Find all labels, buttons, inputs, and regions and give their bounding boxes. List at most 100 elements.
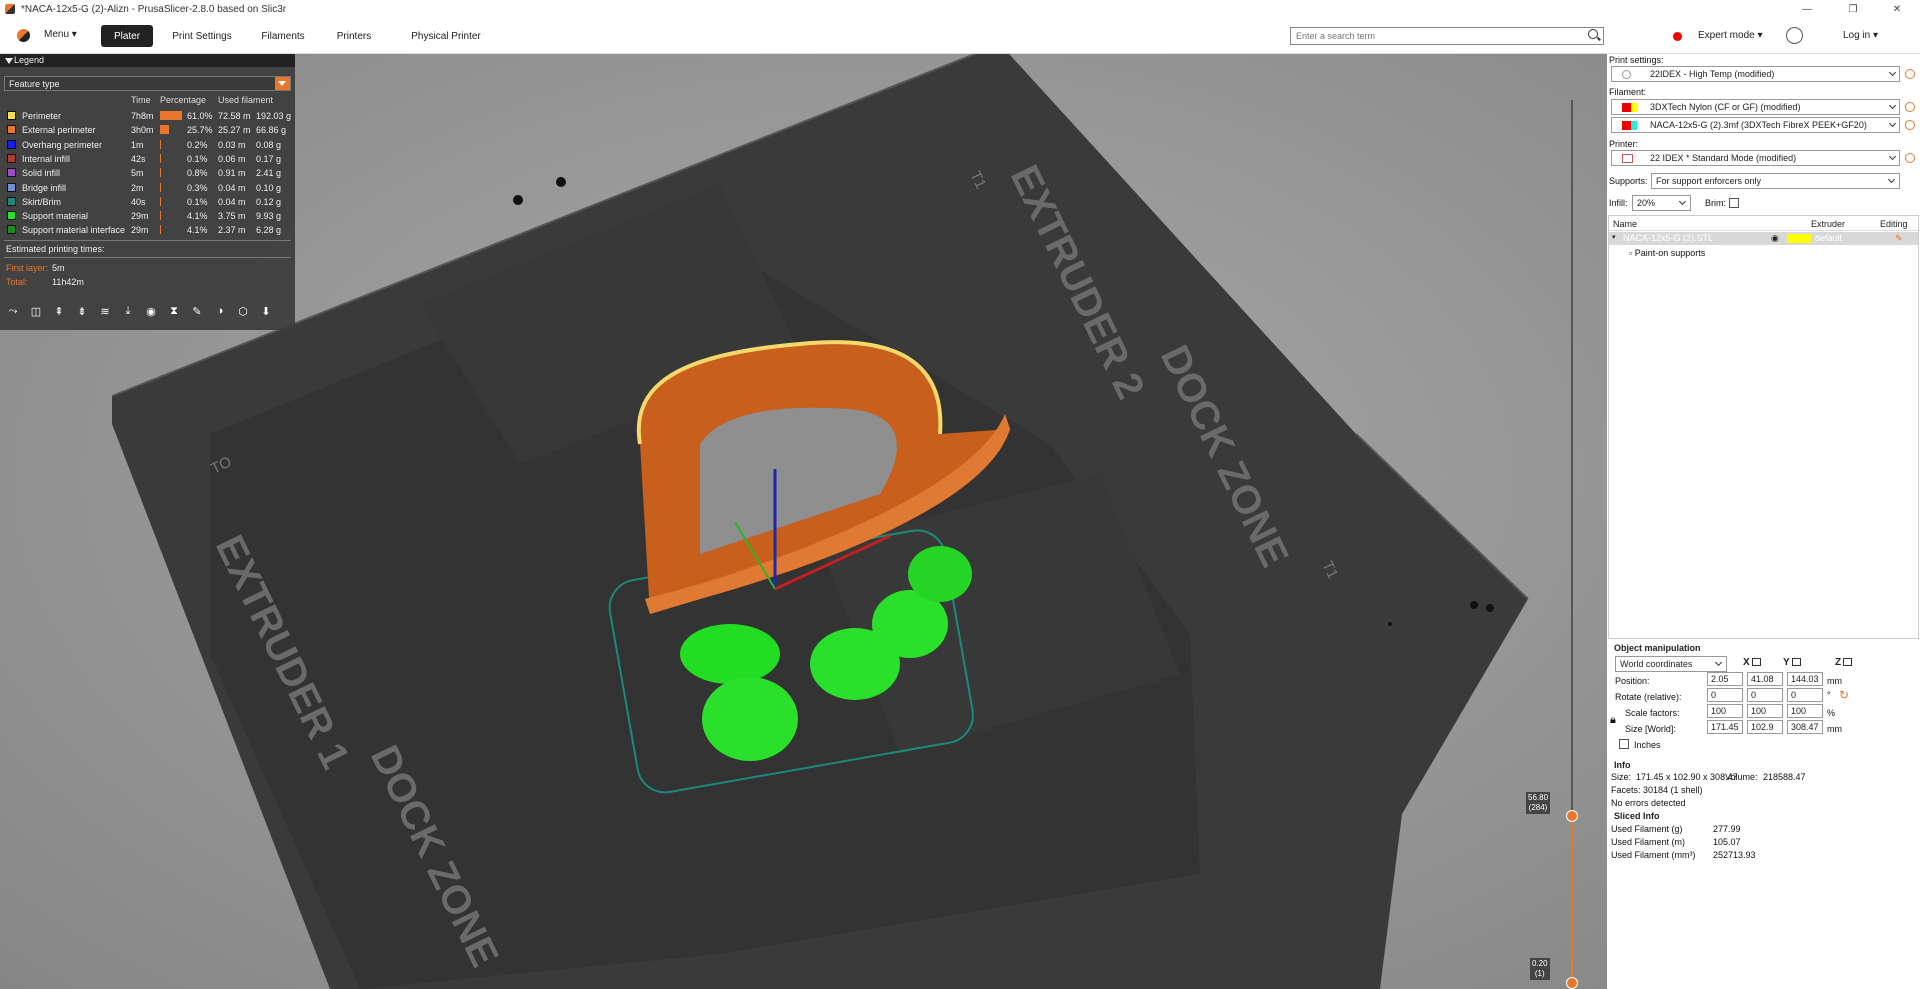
legend-row[interactable]: Perimeter 7h8m 61.0% 72.58 m 192.03 g xyxy=(0,109,295,123)
legend-percentage: 0.8% xyxy=(187,168,208,179)
layer-slider-bottom-thumb[interactable] xyxy=(1566,977,1578,989)
tool-marker-toggle-icon[interactable]: ⬇ xyxy=(257,302,275,320)
center-of-gravity-toggle-icon[interactable]: ◑ xyxy=(211,302,229,320)
travel-toggle-icon[interactable]: ⤳ xyxy=(4,302,22,320)
search-input[interactable] xyxy=(1290,27,1604,45)
legend-weight: 9.93 g xyxy=(256,211,282,222)
print-profile-icon xyxy=(1622,70,1631,79)
wipe-toggle-icon[interactable]: ◫ xyxy=(27,302,45,320)
visibility-eye-icon[interactable]: ◉ xyxy=(1771,233,1779,244)
chevron-down-icon xyxy=(275,77,290,90)
position-z-field[interactable]: 144.03 xyxy=(1787,672,1823,686)
print-settings-combo[interactable]: 22IDEX - High Temp (modified) xyxy=(1611,66,1900,82)
minimize-button[interactable]: — xyxy=(1784,0,1830,18)
legend-weight: 6.28 g xyxy=(256,225,282,236)
custom-gcodes-toggle-icon[interactable]: ✎ xyxy=(188,302,206,320)
print-settings-gear-icon[interactable] xyxy=(1905,69,1915,79)
expand-chevron-icon[interactable]: ▾ xyxy=(1612,233,1616,241)
search-icon[interactable] xyxy=(1588,29,1598,39)
filament-2-gear-icon[interactable] xyxy=(1905,120,1915,130)
printer-gear-icon[interactable] xyxy=(1905,153,1915,163)
layer-slider[interactable] xyxy=(1571,100,1573,980)
legend-length: 3.75 m xyxy=(218,211,246,222)
legend-weight: 0.12 g xyxy=(256,196,282,207)
scale-y-field[interactable]: 100 xyxy=(1747,704,1783,718)
legend-row[interactable]: Bridge infill 2m 0.3% 0.04 m 0.10 g xyxy=(0,181,295,195)
mode-selector[interactable]: Expert mode ▾ xyxy=(1698,30,1763,41)
scale-unit: % xyxy=(1827,708,1836,718)
infill-label: Infill: xyxy=(1609,198,1628,208)
legend-row[interactable]: Overhang perimeter 1m 0.2% 0.03 m 0.08 g xyxy=(0,138,295,152)
color-changes-toggle-icon[interactable]: ◉ xyxy=(142,302,160,320)
tab-printers[interactable]: Printers xyxy=(330,25,378,47)
legend-length: 0.04 m xyxy=(218,196,246,207)
filament-2-combo[interactable]: NACA-12x5-G (2).3mf (3DXTech FibreX PEEK… xyxy=(1611,117,1900,133)
legend-row[interactable]: Skirt/Brim 40s 0.1% 0.04 m 0.12 g xyxy=(0,195,295,209)
pause-prints-toggle-icon[interactable]: ⧗ xyxy=(165,302,183,320)
legend-row[interactable]: External perimeter 3h0m 25.7% 25.27 m 66.86 … xyxy=(0,123,295,137)
used-filament-m-label: Used Filament (m) xyxy=(1611,837,1686,847)
paint-on-supports-item[interactable]: ▫ Paint-on supports xyxy=(1629,248,1705,258)
rotate-x-field[interactable]: 0 xyxy=(1707,688,1743,702)
shells-toggle-icon[interactable]: ⬡ xyxy=(234,302,252,320)
tool-changes-toggle-icon[interactable]: ⤓ xyxy=(119,302,137,320)
total-time: 11h42m xyxy=(52,277,84,287)
reset-rotation-icon[interactable]: ↻ xyxy=(1839,688,1849,702)
tab-physical-printer[interactable]: Physical Printer xyxy=(398,25,494,47)
inches-checkbox[interactable] xyxy=(1619,739,1629,749)
close-button[interactable]: ✕ xyxy=(1874,0,1920,18)
menu-button[interactable]: Menu ▾ xyxy=(44,29,77,40)
legend-percentage-bar xyxy=(160,139,161,149)
rotate-unit: ° xyxy=(1827,690,1831,700)
lock-scale-icon[interactable]: 🔒︎ xyxy=(1610,714,1616,727)
tab-print-settings[interactable]: Print Settings xyxy=(168,25,236,47)
legend-row[interactable]: Support material 29m 4.1% 3.75 m 9.93 g xyxy=(0,209,295,223)
size-y-field[interactable]: 102.9 xyxy=(1747,720,1783,734)
view-type-select[interactable]: Feature type xyxy=(4,76,291,91)
brim-checkbox[interactable] xyxy=(1729,198,1739,208)
tab-filaments[interactable]: Filaments xyxy=(255,25,311,47)
seams-toggle-icon[interactable]: ≋ xyxy=(96,302,114,320)
object-extruder[interactable]: default xyxy=(1815,233,1842,243)
top-layer-number: (284) xyxy=(1528,803,1548,812)
printer-combo[interactable]: 22 IDEX * Standard Mode (modified) xyxy=(1611,150,1900,166)
legend-length: 0.04 m xyxy=(218,182,246,193)
login-button[interactable]: Log in ▾ xyxy=(1843,30,1878,41)
position-y-field[interactable]: 41.08 xyxy=(1747,672,1783,686)
size-x-field[interactable]: 171.45 xyxy=(1707,720,1743,734)
rotate-y-field[interactable]: 0 xyxy=(1747,688,1783,702)
used-filament-m-value: 105.07 xyxy=(1713,837,1741,847)
size-z-field[interactable]: 308.47 xyxy=(1787,720,1823,734)
legend-time: 1m xyxy=(131,139,144,150)
legend-row[interactable]: Support material interface 29m 4.1% 2.37 m 6… xyxy=(0,223,295,237)
legend-percentage: 25.7% xyxy=(187,125,213,136)
legend-row[interactable]: Solid infill 5m 0.8% 0.91 m 2.41 g xyxy=(0,166,295,180)
size-unit: mm xyxy=(1827,724,1842,734)
tab-plater[interactable]: Plater xyxy=(101,25,153,47)
maximize-button[interactable]: ❐ xyxy=(1830,0,1876,18)
legend-header[interactable]: Legend xyxy=(0,54,295,67)
legend-col-used: Used filament xyxy=(218,95,274,105)
axis-x-text: X xyxy=(1743,657,1750,668)
col-extruder: Extruder xyxy=(1811,219,1846,229)
edit-icon[interactable]: ✎ xyxy=(1895,233,1903,244)
prusa-logo-icon xyxy=(17,29,30,42)
rotate-z-field[interactable]: 0 xyxy=(1787,688,1823,702)
legend-percentage-bar xyxy=(160,196,161,206)
layer-slider-top-thumb[interactable] xyxy=(1566,810,1578,822)
scale-z-field[interactable]: 100 xyxy=(1787,704,1823,718)
scale-x-field[interactable]: 100 xyxy=(1707,704,1743,718)
filament-1-combo[interactable]: 3DXTech Nylon (CF or GF) (modified) xyxy=(1611,99,1900,115)
axis-y-text: Y xyxy=(1783,657,1790,668)
deretractions-toggle-icon[interactable]: ⇟ xyxy=(73,302,91,320)
coordinates-combo[interactable]: World coordinates xyxy=(1615,656,1727,672)
object-row[interactable]: ▾ NACA-12x5-G (2).STL ◉ default ✎ xyxy=(1609,232,1918,245)
position-x-field[interactable]: 2.05 xyxy=(1707,672,1743,686)
supports-combo[interactable]: For support enforcers only xyxy=(1651,173,1900,189)
filament-1-gear-icon[interactable] xyxy=(1905,102,1915,112)
size-label: Size [World]: xyxy=(1625,724,1676,734)
user-avatar-icon[interactable] xyxy=(1786,27,1803,44)
legend-row[interactable]: Internal infill 42s 0.1% 0.06 m 0.17 g xyxy=(0,152,295,166)
retractions-toggle-icon[interactable]: ⇞ xyxy=(50,302,68,320)
infill-combo[interactable]: 20% xyxy=(1632,195,1691,211)
